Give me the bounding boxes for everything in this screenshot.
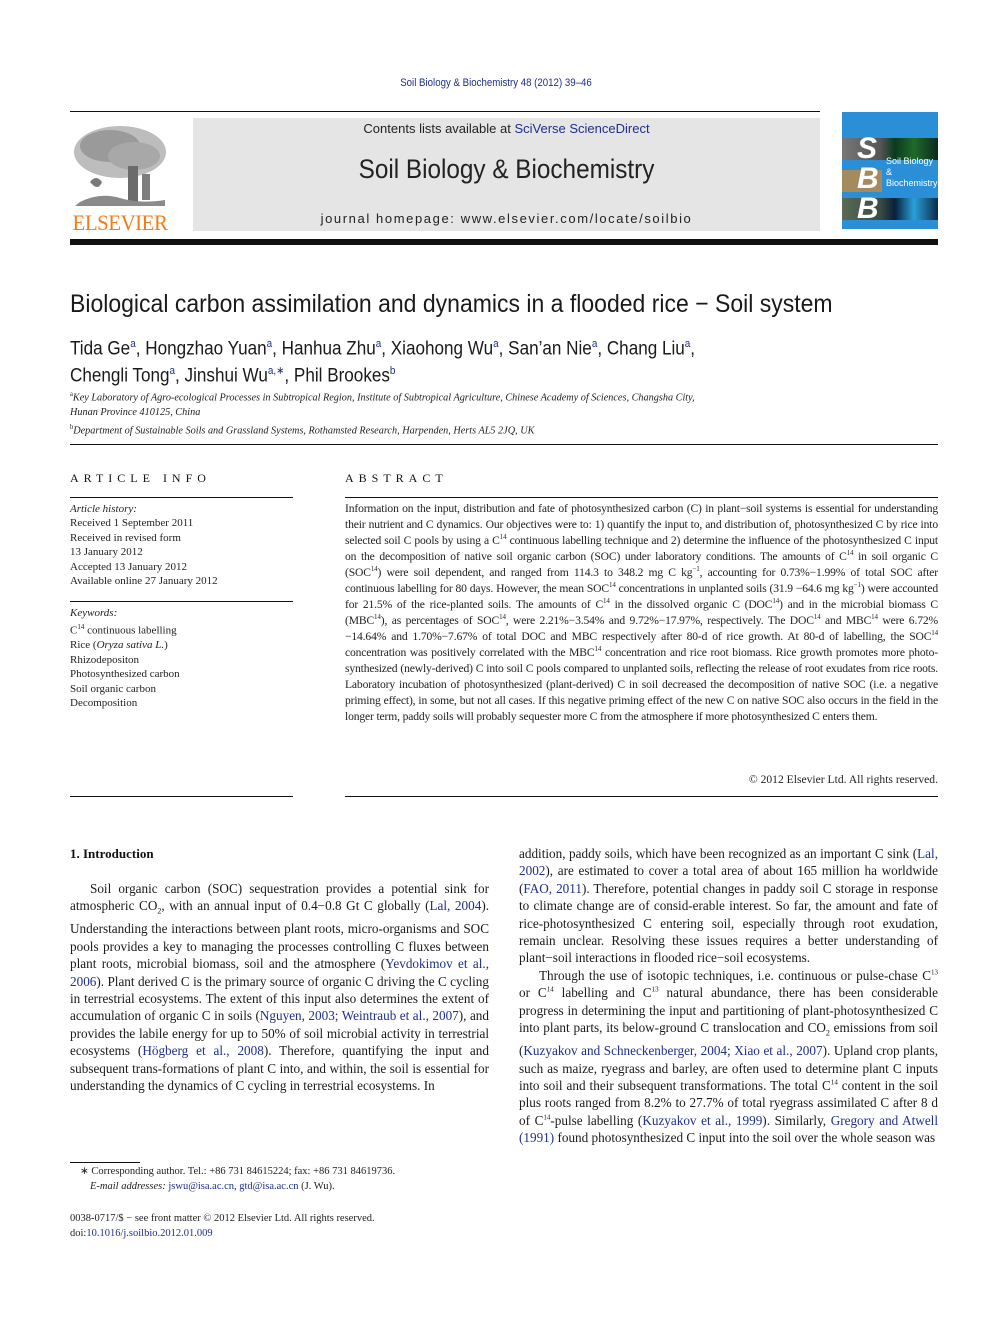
affiliation-mark[interactable]: a,∗ [268,365,285,377]
email-link[interactable]: jswu@isa.ac.cn [168,1181,234,1192]
divider [70,497,293,498]
cover-letter: S [857,132,878,165]
doi-line: doi:10.1016/j.soilbio.2012.01.009 [70,1226,375,1241]
divider [345,796,938,797]
abstract-heading: ABSTRACT [345,471,448,485]
contents-prefix: Contents lists available at [363,121,515,136]
history-item: Accepted 13 January 2012 [70,560,187,573]
paragraph: Through the use of isotopic techniques, … [519,967,939,1146]
section-divider [70,444,938,445]
keyword-item: Rice (Oryza sativa L.) [70,638,293,652]
cover-letter: B [857,162,879,195]
corresponding-author-footnote: ∗ Corresponding author. Tel.: +86 731 84… [70,1164,395,1194]
abstract-text: Information on the input, distribution a… [345,502,939,723]
issn-doi: 0038-0717/$ − see front matter © 2012 El… [70,1211,375,1241]
divider [70,601,293,602]
reference-link[interactable]: FAO, 2011 [523,881,582,896]
author-name[interactable]: Phil Brookes [294,366,390,387]
elsevier-wordmark: ELSEVIER [72,210,168,235]
reference-link[interactable]: Högberg et al., 2008 [142,1043,264,1058]
paragraph: Soil organic carbon (SOC) sequestration … [70,881,490,1094]
author-name[interactable]: Xiaohong Wu [391,338,493,359]
author-name[interactable]: San’an Nie [508,338,592,359]
journal-homepage-link[interactable]: journal homepage: www.elsevier.com/locat… [193,211,820,226]
affiliation-text: Hunan Province 410125, China [70,406,201,419]
history-item: 13 January 2012 [70,546,143,559]
author-name[interactable]: Chengli Tong [70,366,170,387]
history-item: Received 1 September 2011 [70,517,194,530]
sciencedirect-link[interactable]: SciVerse ScienceDirect [514,121,649,136]
divider [345,497,938,498]
keyword-species: Oryza sativa L. [96,639,165,652]
cover-letter: B [857,192,879,225]
reference-link[interactable]: Nguyen, 2003; Weintraub et al., 2007 [260,1008,459,1023]
doi-label: doi: [70,1228,87,1239]
affiliation-mark[interactable]: a [170,365,176,377]
author-name[interactable]: Hongzhao Yuan [145,338,266,359]
journal-banner: Contents lists available at SciVerse Sci… [193,118,820,231]
affiliation-mark[interactable]: a [493,338,499,350]
affiliation-mark[interactable]: a [376,338,382,350]
author-name[interactable]: Jinshui Wu [185,366,268,387]
history-item: Available online 27 January 2012 [70,575,218,588]
elsevier-logo[interactable]: ELSEVIER [68,118,172,235]
keyword-text: Rice ( [70,639,97,652]
journal-citation: Soil Biology & Biochemistry 48 (2012) 39… [400,77,592,89]
article-history: Article history: Received 1 September 20… [70,502,293,588]
email-line: E-mail addresses: jswu@isa.ac.cn, gtd@is… [90,1181,335,1192]
keyword-item: Soil organic carbon [70,682,156,695]
keyword-item: Rhizodepositon [70,653,140,666]
reference-link[interactable]: Kuzyakov and Schneckenberger, 2004; Xiao… [523,1043,822,1058]
body-column-left: Soil organic carbon (SOC) sequestration … [70,880,489,1095]
keyword-text: continuous labelling [84,625,177,638]
paragraph: addition, paddy soils, which have been r… [519,846,938,966]
header-thick-rule [70,239,938,245]
keyword-item: Decomposition [70,697,138,710]
footnote-rule [70,1162,140,1163]
author-list: Tida Gea, Hongzhao Yuana, Hanhua Zhua, X… [70,338,696,387]
introduction-heading: 1. Introduction [70,846,154,861]
article-title: Biological carbon assimilation and dynam… [70,290,833,318]
issn-line: 0038-0717/$ − see front matter © 2012 El… [70,1213,375,1224]
affiliation-text: Department of Sustainable Soils and Gras… [73,424,535,437]
abstract-copyright: © 2012 Elsevier Ltd. All rights reserved… [748,773,938,786]
affiliation-mark[interactable]: a [592,338,598,350]
keywords-label: Keywords: [70,607,118,619]
journal-title: Soil Biology & Biochemistry [358,154,655,184]
affiliation-mark[interactable]: a [267,338,273,350]
keyword-text: ) [164,639,168,652]
elsevier-tree-icon [74,126,166,206]
body-column-right: addition, paddy soils, which have been r… [519,845,938,1147]
reference-link[interactable]: Lal, 2004 [429,898,481,913]
author-name[interactable]: Chang Liu [607,338,685,359]
affiliation-mark[interactable]: b [390,365,396,377]
doi-link[interactable]: 10.1016/j.soilbio.2012.01.009 [86,1228,212,1239]
history-label: Article history: [70,503,137,515]
keywords: Keywords: C14 continuous labelling Rice … [70,606,293,711]
history-item: Received in revised form [70,531,181,544]
email-link[interactable]: gtd@isa.ac.cn [239,1181,298,1192]
author-name[interactable]: Hanhua Zhu [282,338,376,359]
cover-title-line: Biochemistry [886,178,938,188]
affiliation-text: Key Laboratory of Agro-ecological Proces… [72,391,695,404]
divider [70,796,293,797]
cover-title: Soil Biology & Biochemistry [886,156,938,189]
keyword-item: Photosynthesized carbon [70,668,180,681]
affiliation-mark[interactable]: a [685,338,691,350]
journal-cover-thumbnail[interactable]: S B B Soil Biology & Biochemistry [842,112,938,229]
keyword-item: C14 continuous labelling [70,620,293,638]
affiliations: aKey Laboratory of Agro-ecological Proce… [70,387,695,438]
corresponding-author: ∗ Corresponding author. Tel.: +86 731 84… [80,1166,396,1177]
article-info-heading: ARTICLE INFO [70,471,211,485]
affiliation-mark[interactable]: a [130,338,136,350]
email-label: E-mail addresses: [90,1181,169,1192]
reference-link[interactable]: Kuzyakov et al., 1999 [642,1113,762,1128]
author-name[interactable]: Tida Ge [70,338,130,359]
header-divider [70,111,820,112]
contents-line: Contents lists available at SciVerse Sci… [193,121,820,136]
cover-title-line: Soil Biology & [886,156,934,177]
